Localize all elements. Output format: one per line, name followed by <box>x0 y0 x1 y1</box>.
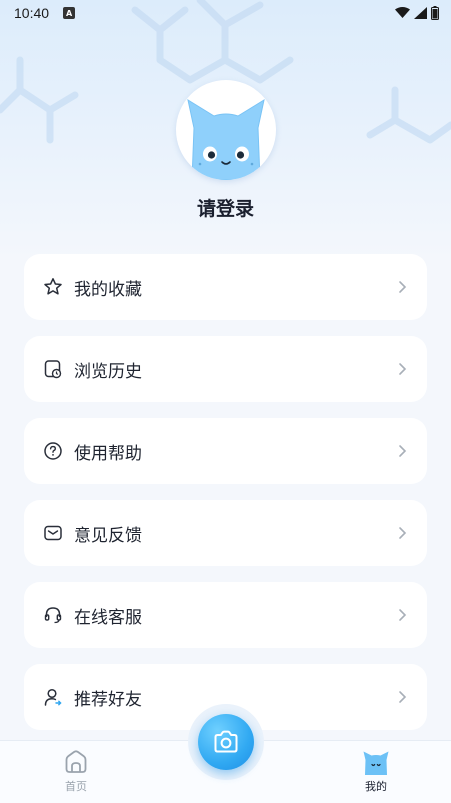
history-icon <box>42 358 64 380</box>
menu-item-label: 我的收藏 <box>74 279 142 300</box>
wifi-icon <box>395 7 410 18</box>
menu-item-label: 在线客服 <box>74 607 142 628</box>
menu-item-help[interactable]: 使用帮助 <box>24 418 427 484</box>
menu-item-label: 使用帮助 <box>74 443 142 464</box>
chevron-right-icon <box>399 527 407 539</box>
chevron-right-icon <box>399 281 407 293</box>
cat-avatar <box>187 98 265 180</box>
avatar[interactable] <box>176 80 276 180</box>
menu-item-label: 推荐好友 <box>74 689 142 710</box>
menu-item-label: 浏览历史 <box>74 361 142 382</box>
star-icon <box>42 276 64 298</box>
chevron-right-icon <box>399 691 407 703</box>
tab-home[interactable]: 首页 <box>46 749 106 794</box>
tab-home-label: 首页 <box>65 780 87 793</box>
headset-icon <box>42 604 64 626</box>
status-bar: 10:40 A <box>0 0 451 26</box>
battery-icon <box>431 6 439 20</box>
home-icon <box>65 750 87 773</box>
a-notification-icon: A <box>63 7 76 19</box>
chevron-right-icon <box>399 445 407 457</box>
status-icons <box>395 6 439 20</box>
tab-mine-label: 我的 <box>365 780 387 793</box>
menu-item-favorites[interactable]: 我的收藏 <box>24 254 427 320</box>
mail-icon <box>42 522 64 544</box>
menu-item-label: 意见反馈 <box>74 525 142 546</box>
menu-item-customer-service[interactable]: 在线客服 <box>24 582 427 648</box>
chevron-right-icon <box>399 363 407 375</box>
cellular-icon <box>414 7 427 19</box>
menu-item-feedback[interactable]: 意见反馈 <box>24 500 427 566</box>
help-icon <box>42 440 64 462</box>
menu-item-history[interactable]: 浏览历史 <box>24 336 427 402</box>
cat-icon <box>363 751 389 775</box>
status-time: 10:40 <box>14 5 50 21</box>
camera-button[interactable] <box>198 714 254 770</box>
camera-icon <box>214 730 238 753</box>
tab-mine[interactable]: 我的 <box>346 749 406 794</box>
login-label[interactable]: 请登录 <box>0 194 451 221</box>
user-share-icon <box>42 686 64 708</box>
chevron-right-icon <box>399 609 407 621</box>
